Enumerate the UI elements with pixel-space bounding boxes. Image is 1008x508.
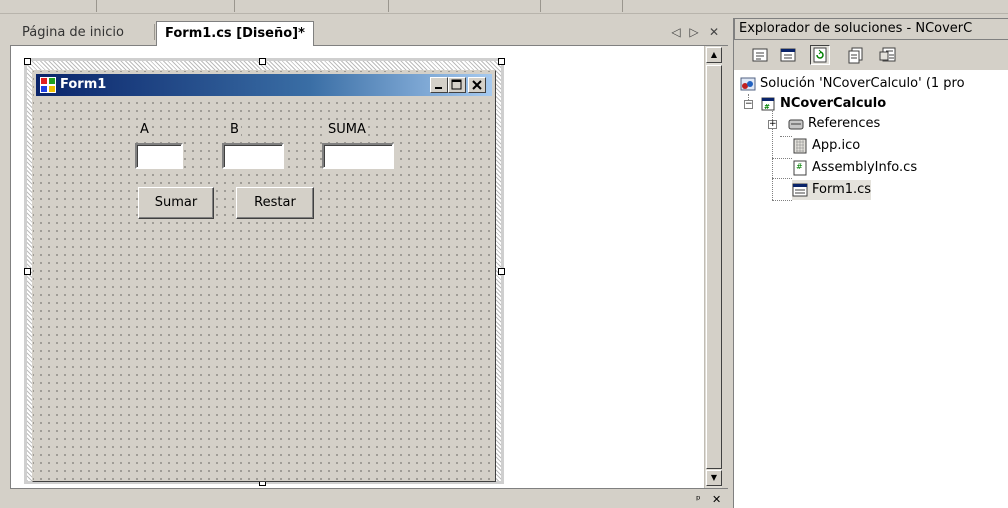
refresh-button[interactable]	[810, 45, 830, 65]
csharp-file-icon: #	[793, 160, 807, 175]
close-icon	[472, 80, 482, 90]
tab-start-page[interactable]: Página de inicio	[14, 21, 132, 45]
close-document-icon[interactable]: ✕	[706, 22, 722, 42]
tree-label-assemblyinfo: AssemblyInfo.cs	[812, 160, 918, 175]
expand-references-icon[interactable]: +	[768, 120, 777, 129]
view-designer-icon	[780, 48, 796, 62]
svg-text:#: #	[796, 162, 803, 171]
textbox-a[interactable]	[135, 143, 183, 169]
maximize-button[interactable]	[448, 77, 466, 93]
close-panel-icon[interactable]: ✕	[712, 493, 721, 506]
restar-button[interactable]: Restar	[236, 187, 314, 219]
textbox-b[interactable]	[222, 143, 284, 169]
tab-form1-design[interactable]: Form1.cs [Diseño]*	[156, 21, 314, 47]
textbox-suma[interactable]	[322, 143, 394, 169]
icon-file-icon	[793, 138, 807, 153]
tab-separator	[154, 24, 155, 40]
resize-handle[interactable]	[259, 58, 266, 65]
tree-label-solution: Solución 'NCoverCalculo' (1 pro	[760, 76, 965, 91]
refresh-icon	[813, 47, 827, 63]
tree-label-app-ico: App.ico	[812, 138, 861, 153]
properties-icon	[879, 47, 896, 62]
toolbar-separator	[96, 0, 97, 12]
resize-handle[interactable]	[24, 58, 31, 65]
vertical-scrollbar[interactable]: ▲ ▼	[704, 46, 722, 488]
csharp-project-icon: #	[761, 97, 775, 111]
solution-explorer-panel: Explorador de soluciones - NCoverC Soluc…	[733, 18, 1008, 508]
show-all-files-icon	[848, 47, 863, 64]
label-b: B	[228, 122, 241, 137]
form1-window[interactable]: Form1 A B SUMA Sumar Restar	[32, 70, 496, 482]
toolbar-separator	[234, 0, 235, 12]
sumar-button[interactable]: Sumar	[138, 187, 214, 219]
tree-node-form1[interactable]: Form1.cs	[792, 180, 872, 200]
tree-line	[772, 200, 792, 201]
resize-handle[interactable]	[498, 58, 505, 65]
label-suma: SUMA	[326, 122, 368, 137]
tree-node-solution[interactable]: Solución 'NCoverCalculo' (1 pro	[740, 74, 965, 94]
scroll-tabs-left-icon[interactable]: ◁	[668, 22, 684, 42]
toolbar-separator	[540, 0, 541, 12]
solution-explorer-toolbar	[734, 40, 1008, 70]
maximize-icon	[451, 79, 462, 90]
tree-label-references: References	[808, 116, 881, 131]
tree-label-project: NCoverCalculo	[780, 96, 887, 111]
svg-text:#: #	[764, 103, 770, 111]
scroll-down-icon[interactable]: ▼	[706, 470, 722, 486]
tree-line	[780, 136, 792, 137]
form-file-icon	[792, 183, 808, 196]
collapse-project-icon[interactable]: −	[744, 100, 753, 109]
resize-handle[interactable]	[498, 268, 505, 275]
minimize-button[interactable]	[430, 77, 448, 93]
toolbar-separator	[388, 0, 389, 12]
solution-explorer-title: Explorador de soluciones - NCoverC	[734, 18, 1008, 40]
references-icon	[788, 119, 804, 129]
close-button[interactable]	[468, 77, 486, 93]
bottom-panel-bar: ᵖ ✕	[10, 488, 728, 508]
view-code-button[interactable]	[750, 45, 770, 65]
view-designer-button[interactable]	[778, 45, 798, 65]
tree-line	[772, 178, 792, 179]
pin-icon[interactable]: ᵖ	[696, 493, 701, 506]
form-app-icon	[40, 77, 56, 93]
tree-node-app-ico[interactable]: App.ico	[792, 136, 860, 156]
minimize-icon	[435, 87, 442, 89]
toolbar-separator	[622, 0, 623, 12]
tree-node-assemblyinfo[interactable]: # AssemblyInfo.cs	[792, 158, 917, 178]
main-toolbar	[0, 0, 1008, 14]
view-code-icon	[752, 48, 768, 62]
form-title-bar[interactable]: Form1	[36, 74, 492, 96]
form-title: Form1	[60, 77, 107, 92]
resize-handle[interactable]	[24, 268, 31, 275]
tree-node-project[interactable]: # NCoverCalculo	[760, 94, 886, 114]
show-all-files-button[interactable]	[846, 45, 866, 65]
tree-node-references[interactable]: References	[788, 114, 880, 134]
properties-button[interactable]	[878, 45, 898, 65]
tree-label-form1: Form1.cs	[812, 182, 872, 197]
tree-line	[772, 158, 792, 159]
scroll-tabs-right-icon[interactable]: ▷	[686, 22, 702, 42]
label-a: A	[138, 122, 151, 137]
scroll-up-icon[interactable]: ▲	[706, 47, 722, 63]
scroll-thumb[interactable]	[706, 65, 722, 469]
solution-icon	[740, 77, 756, 90]
document-tab-strip: Página de inicio Form1.cs [Diseño]* ◁ ▷ …	[10, 18, 728, 47]
